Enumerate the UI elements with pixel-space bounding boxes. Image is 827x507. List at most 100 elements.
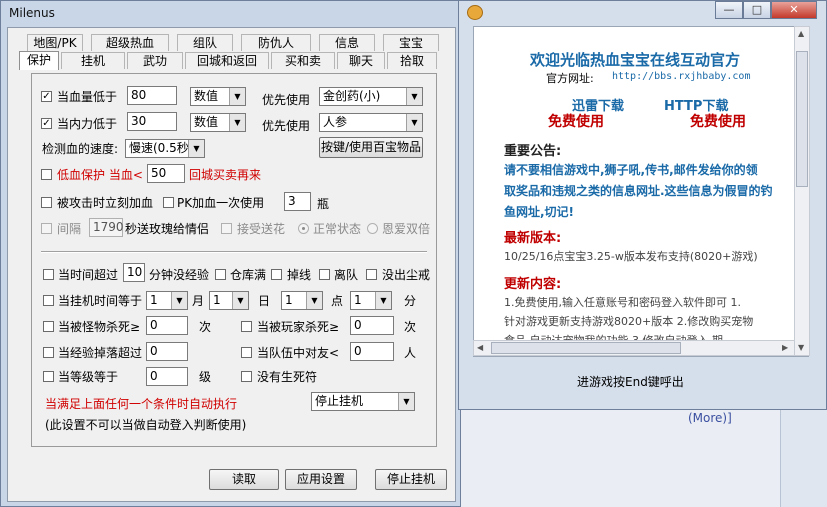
tab-super-blood[interactable]: 超级热血 xyxy=(91,34,169,51)
scroll-right-icon[interactable]: ▶ xyxy=(782,343,788,352)
tab-skills[interactable]: 武功 xyxy=(127,52,183,69)
app-icon xyxy=(467,5,483,20)
vertical-scroll-thumb[interactable] xyxy=(796,51,808,187)
hp-low-input[interactable]: 80 xyxy=(127,86,177,105)
more-link[interactable]: (More)] xyxy=(688,411,732,425)
mp-low-checkbox[interactable]: ✓ xyxy=(41,118,52,129)
check-speed-select[interactable]: 慢速(0.5秒) ▼ xyxy=(125,139,205,158)
day-label: 日 xyxy=(258,294,271,308)
tab-buy-sell[interactable]: 买和卖 xyxy=(271,52,335,69)
tab-chat[interactable]: 聊天 xyxy=(337,52,385,69)
latest-text: 10/25/16点宝宝3.25-w版本发布支持(8020+游戏) xyxy=(504,250,758,263)
radio-normal-label: 正常状态 xyxy=(313,222,362,236)
chevron-down-icon: ▼ xyxy=(232,292,248,309)
level-label: 当等级等于 xyxy=(58,370,119,384)
site-url-link[interactable]: http://bbs.rxjhbaby.com xyxy=(612,71,750,82)
time-exceed-checkbox[interactable] xyxy=(43,269,54,280)
horizontal-scroll-thumb[interactable] xyxy=(491,342,681,354)
vertical-scrollbar[interactable]: ▲ ▼ xyxy=(794,26,810,356)
team-hostile-checkbox[interactable] xyxy=(241,347,252,358)
day-select[interactable]: 1 ▼ xyxy=(209,291,249,310)
hp-low-label: 当血量低于 xyxy=(57,90,118,104)
hp-low-checkbox[interactable]: ✓ xyxy=(41,91,52,102)
player-kill-input[interactable]: 0 xyxy=(350,316,394,335)
hit-add-label: 被攻击时立刻加血 xyxy=(57,196,154,210)
monster-kill-label: 当被怪物杀死≥ xyxy=(58,320,141,334)
monster-kill-checkbox[interactable] xyxy=(43,321,54,332)
scroll-left-icon[interactable]: ◀ xyxy=(477,343,483,352)
level-input[interactable]: 0 xyxy=(146,367,188,386)
hit-add-checkbox[interactable] xyxy=(41,197,52,208)
hang-time-checkbox[interactable] xyxy=(43,295,54,306)
chevron-down-icon: ▼ xyxy=(406,88,422,105)
leave-team-checkbox[interactable] xyxy=(319,269,330,280)
hint-text: 进游戏按End键呼出 xyxy=(577,375,684,389)
low-hp-protect-checkbox[interactable] xyxy=(41,169,52,180)
level-checkbox[interactable] xyxy=(43,371,54,382)
tab-info[interactable]: 信息 xyxy=(319,34,375,51)
warehouse-full-checkbox[interactable] xyxy=(215,269,226,280)
month-label: 月 xyxy=(192,294,205,308)
tab-return-town[interactable]: 回城和返回 xyxy=(185,52,269,69)
tab-protect[interactable]: 保护 xyxy=(19,51,59,70)
hp-item-value: 金创药(小) xyxy=(323,89,381,103)
team-hostile-label: 当队伍中对友< xyxy=(257,346,340,360)
exp-drop-input[interactable]: 0 xyxy=(146,342,188,361)
minute-select[interactable]: 1 ▼ xyxy=(350,291,392,310)
scroll-up-icon[interactable]: ▲ xyxy=(798,29,804,38)
mp-item-select[interactable]: 人参 ▼ xyxy=(319,113,423,132)
horizontal-scrollbar[interactable]: ◀ ▶ xyxy=(473,340,795,356)
radio-normal[interactable] xyxy=(298,223,309,234)
main-window: Milenus 地图/PK 超级热血 组队 防仇人 信息 宝宝 保护 挂机 武功… xyxy=(0,0,461,507)
month-select[interactable]: 1 ▼ xyxy=(146,291,188,310)
maximize-button[interactable]: □ xyxy=(743,1,771,19)
monster-kill-input[interactable]: 0 xyxy=(146,316,188,335)
tab-map-pk[interactable]: 地图/PK xyxy=(27,34,83,51)
tab-hang[interactable]: 挂机 xyxy=(61,52,125,69)
no-revive-checkbox[interactable] xyxy=(241,371,252,382)
mp-low-input[interactable]: 30 xyxy=(127,112,177,131)
minute-label: 分 xyxy=(404,294,417,308)
hp-unit-select[interactable]: 数值 ▼ xyxy=(190,87,246,106)
tab-team[interactable]: 组队 xyxy=(177,34,233,51)
hour-value: 1 xyxy=(285,293,293,307)
stop-button[interactable]: 停止挂机 xyxy=(375,469,447,490)
mp-unit-select[interactable]: 数值 ▼ xyxy=(190,113,246,132)
low-hp-protect-label: 低血保护 当血< xyxy=(57,168,143,182)
interval-input[interactable]: 1790 xyxy=(89,218,124,237)
hp-prefer-label: 优先使用 xyxy=(262,93,311,107)
time-exceed-input[interactable]: 10 xyxy=(123,263,145,282)
scroll-down-icon[interactable]: ▼ xyxy=(798,343,804,352)
pk-add-input[interactable]: 3 xyxy=(284,192,311,211)
site-label: 官方网址: xyxy=(546,72,594,85)
background-sidebar xyxy=(780,405,827,507)
hour-select[interactable]: 1 ▼ xyxy=(281,291,323,310)
accept-flower-checkbox[interactable] xyxy=(221,223,232,234)
close-button[interactable]: ✕ xyxy=(771,1,817,19)
hp-item-select[interactable]: 金创药(小) ▼ xyxy=(319,87,423,106)
read-button[interactable]: 读取 xyxy=(209,469,279,490)
exp-drop-checkbox[interactable] xyxy=(43,347,54,358)
tab-anti-enemy[interactable]: 防仇人 xyxy=(241,34,311,51)
disconnect-checkbox[interactable] xyxy=(271,269,282,280)
interval-checkbox[interactable] xyxy=(41,223,52,234)
radio-love[interactable] xyxy=(367,223,378,234)
minimize-button[interactable]: — xyxy=(715,1,743,19)
tab-baby[interactable]: 宝宝 xyxy=(383,34,439,51)
window-title: Milenus xyxy=(9,6,55,20)
accept-flower-label: 接受送花 xyxy=(237,222,286,236)
player-kill-label: 当被玩家杀死≥ xyxy=(257,320,340,334)
player-kill-checkbox[interactable] xyxy=(241,321,252,332)
minute-value: 1 xyxy=(354,293,362,307)
notice-title: 重要公告: xyxy=(504,144,562,159)
action-select[interactable]: 停止挂机 ▼ xyxy=(311,392,415,411)
tab-pickup[interactable]: 拾取 xyxy=(387,52,437,69)
action-value: 停止挂机 xyxy=(315,394,364,408)
no-dust-checkbox[interactable] xyxy=(366,269,377,280)
hotkey-button[interactable]: 按键/使用百宝物品 xyxy=(319,137,423,158)
team-hostile-input[interactable]: 0 xyxy=(350,342,394,361)
pk-add-checkbox[interactable] xyxy=(163,197,174,208)
apply-button[interactable]: 应用设置 xyxy=(285,469,357,490)
low-hp-protect-input[interactable]: 50 xyxy=(147,164,185,183)
divider xyxy=(41,251,427,253)
